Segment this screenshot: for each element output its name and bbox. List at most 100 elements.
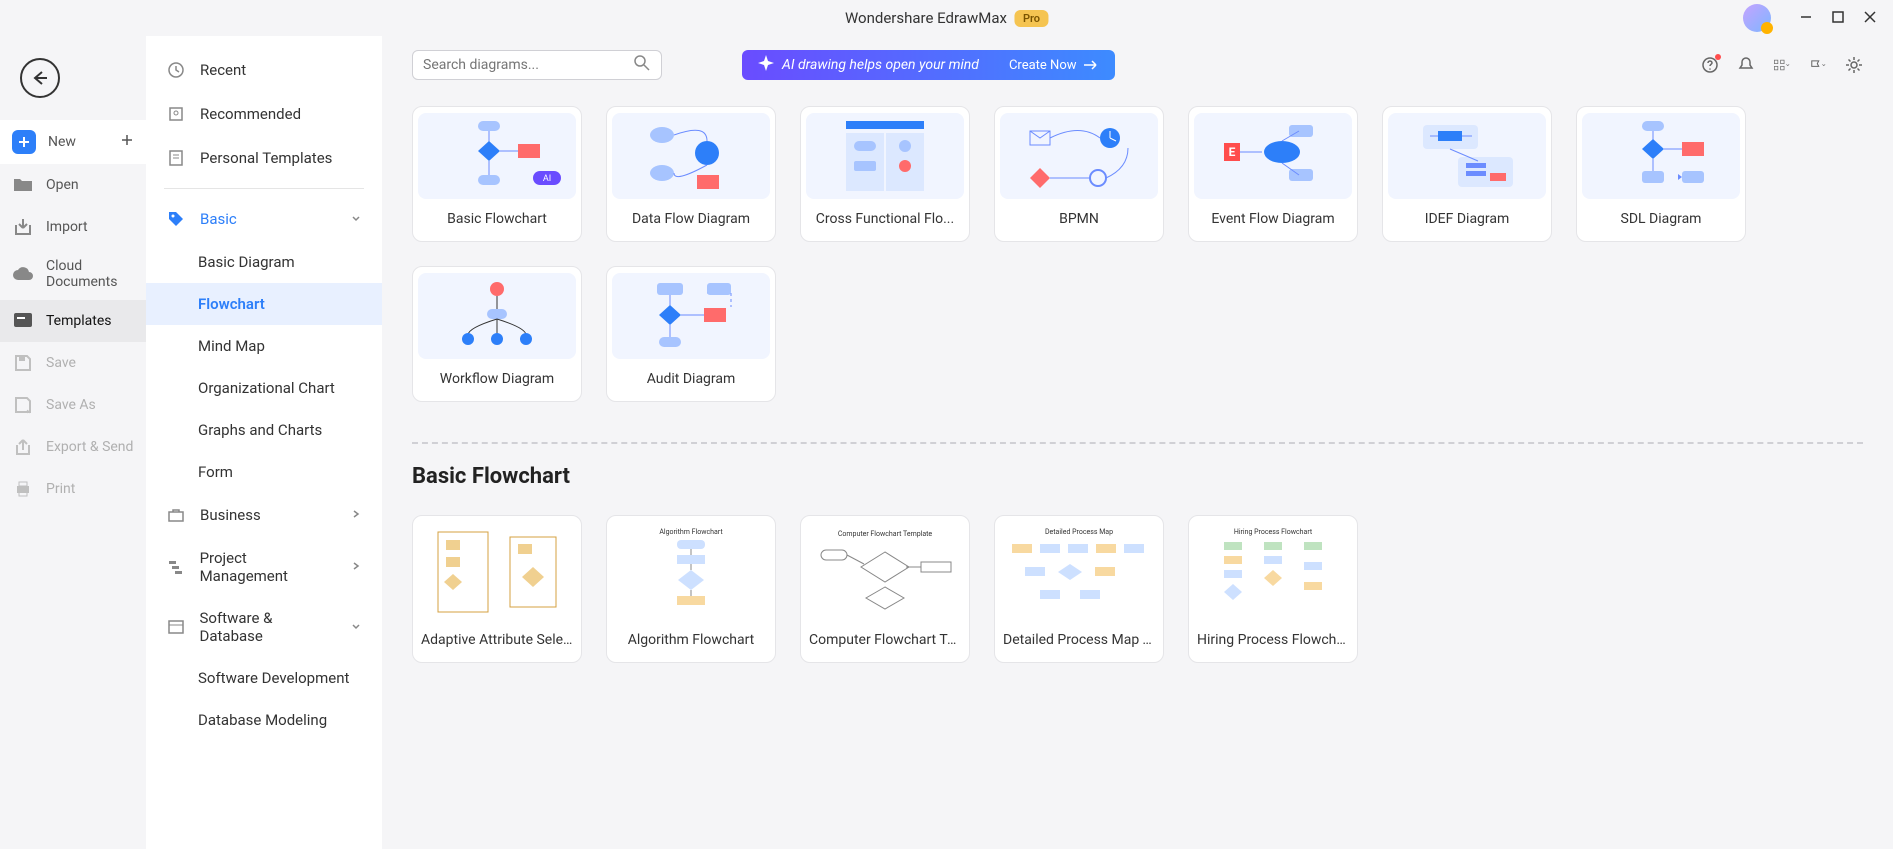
template-label: BPMN bbox=[995, 211, 1163, 227]
minimize-icon[interactable] bbox=[1799, 9, 1813, 28]
new-plus-icon bbox=[12, 130, 36, 154]
svg-text:Detailed Process Map: Detailed Process Map bbox=[1045, 528, 1113, 536]
search-field[interactable] bbox=[423, 57, 633, 73]
template-thumb bbox=[1000, 113, 1158, 199]
template-card[interactable]: Cross Functional Flo... bbox=[800, 106, 970, 242]
pro-badge: Pro bbox=[1015, 10, 1048, 27]
sub-software-dev[interactable]: Software Development bbox=[146, 657, 382, 699]
search-input[interactable] bbox=[412, 50, 662, 80]
template-thumb bbox=[1388, 113, 1546, 199]
project-icon bbox=[166, 557, 186, 577]
sub-database[interactable]: Database Modeling bbox=[146, 699, 382, 741]
sub-flowchart[interactable]: Flowchart bbox=[146, 283, 382, 325]
tag-icon bbox=[166, 209, 186, 229]
titlebar: Wondershare EdrawMax Pro bbox=[0, 0, 1893, 36]
template-label: SDL Diagram bbox=[1577, 211, 1745, 227]
template-card[interactable]: Adaptive Attribute Selecti... bbox=[412, 515, 582, 663]
template-card[interactable]: Audit Diagram bbox=[606, 266, 776, 402]
sidebar-item-open[interactable]: Open bbox=[0, 164, 146, 206]
template-label: Algorithm Flowchart bbox=[607, 632, 775, 648]
sidebar-item-new[interactable]: New bbox=[0, 120, 146, 164]
folder-icon bbox=[12, 174, 34, 196]
template-card[interactable]: Algorithm Flowchart Algorithm Flowchart bbox=[606, 515, 776, 663]
template-thumb bbox=[1582, 113, 1740, 199]
svg-text:Computer Flowchart Template: Computer Flowchart Template bbox=[838, 530, 933, 538]
bell-icon[interactable] bbox=[1737, 56, 1755, 74]
close-icon[interactable] bbox=[1863, 9, 1877, 28]
ai-banner[interactable]: AI drawing helps open your mind Create N… bbox=[742, 50, 1115, 80]
ai-create-button[interactable]: Create Now bbox=[1009, 58, 1099, 73]
sidebar-item-cloud[interactable]: Cloud Documents bbox=[0, 248, 146, 300]
sidebar-item-export[interactable]: Export & Send bbox=[0, 426, 146, 468]
personal-icon bbox=[166, 148, 186, 168]
template-label: Adaptive Attribute Selecti... bbox=[413, 632, 581, 648]
template-label: Workflow Diagram bbox=[413, 371, 581, 387]
maximize-icon[interactable] bbox=[1831, 9, 1845, 28]
chevron-right-icon bbox=[350, 558, 362, 576]
sidebar-item-save[interactable]: Save bbox=[0, 342, 146, 384]
template-card[interactable]: IDEF Diagram bbox=[1382, 106, 1552, 242]
apps-icon[interactable] bbox=[1773, 56, 1791, 74]
clock-icon bbox=[166, 60, 186, 80]
sidebar-item-print[interactable]: Print bbox=[0, 468, 146, 510]
template-label: IDEF Diagram bbox=[1383, 211, 1551, 227]
gear-icon[interactable] bbox=[1845, 56, 1863, 74]
template-card[interactable]: E Event Flow Diagram bbox=[1188, 106, 1358, 242]
cloud-icon bbox=[12, 263, 34, 285]
cat-personal[interactable]: Personal Templates bbox=[146, 136, 382, 180]
cat-project[interactable]: Project Management bbox=[146, 537, 382, 597]
sidebar-item-saveas[interactable]: Save As bbox=[0, 384, 146, 426]
section-title: Basic Flowchart bbox=[382, 464, 1893, 503]
svg-text:AI: AI bbox=[543, 174, 551, 184]
template-card[interactable]: Workflow Diagram bbox=[412, 266, 582, 402]
template-card[interactable]: Data Flow Diagram bbox=[606, 106, 776, 242]
export-icon bbox=[12, 436, 34, 458]
help-icon[interactable] bbox=[1701, 56, 1719, 74]
template-label: Basic Flowchart bbox=[413, 211, 581, 227]
cat-software[interactable]: Software & Database bbox=[146, 597, 382, 657]
template-label: Audit Diagram bbox=[607, 371, 775, 387]
template-card[interactable]: Detailed Process Map Detailed Process Map… bbox=[994, 515, 1164, 663]
cat-basic[interactable]: Basic bbox=[146, 197, 382, 241]
sub-graphs[interactable]: Graphs and Charts bbox=[146, 409, 382, 451]
avatar[interactable] bbox=[1743, 4, 1771, 32]
cat-business[interactable]: Business bbox=[146, 493, 382, 537]
template-label: Event Flow Diagram bbox=[1189, 211, 1357, 227]
basic-flowchart-grid: Adaptive Attribute Selecti... Algorithm F… bbox=[382, 503, 1893, 693]
sidebar-item-templates[interactable]: Templates bbox=[0, 300, 146, 342]
template-thumb: Detailed Process Map bbox=[1000, 522, 1158, 622]
import-icon bbox=[12, 216, 34, 238]
template-card[interactable]: AI Basic Flowchart bbox=[412, 106, 582, 242]
sidebar-item-import[interactable]: Import bbox=[0, 206, 146, 248]
save-icon bbox=[12, 352, 34, 374]
template-thumb: Computer Flowchart Template bbox=[806, 522, 964, 622]
templates-icon bbox=[12, 310, 34, 332]
template-label: Cross Functional Flo... bbox=[801, 211, 969, 227]
back-button[interactable] bbox=[20, 58, 60, 98]
svg-text:Hiring Process Flowchart: Hiring Process Flowchart bbox=[1234, 528, 1313, 536]
svg-text:Algorithm Flowchart: Algorithm Flowchart bbox=[659, 528, 723, 536]
section-divider bbox=[412, 442, 1863, 444]
template-card[interactable]: Computer Flowchart TemplateComputer Flow… bbox=[800, 515, 970, 663]
theme-icon[interactable] bbox=[1809, 56, 1827, 74]
template-card[interactable]: Hiring Process Flowchart Hiring Process F… bbox=[1188, 515, 1358, 663]
print-icon bbox=[12, 478, 34, 500]
sub-org[interactable]: Organizational Chart bbox=[146, 367, 382, 409]
window-icon bbox=[166, 617, 186, 637]
sub-form[interactable]: Form bbox=[146, 451, 382, 493]
template-card[interactable]: SDL Diagram bbox=[1576, 106, 1746, 242]
category-sidebar: Recent Recommended Personal Templates Ba… bbox=[146, 36, 382, 849]
sparkle-icon bbox=[758, 55, 774, 75]
chevron-down-icon bbox=[350, 618, 362, 636]
template-label: Hiring Process Flowchart bbox=[1189, 632, 1357, 648]
plus-icon[interactable] bbox=[120, 133, 134, 151]
template-label: Detailed Process Map Tem... bbox=[995, 632, 1163, 648]
sub-basic-diagram[interactable]: Basic Diagram bbox=[146, 241, 382, 283]
cat-recommended[interactable]: Recommended bbox=[146, 92, 382, 136]
sub-mindmap[interactable]: Mind Map bbox=[146, 325, 382, 367]
template-card[interactable]: BPMN bbox=[994, 106, 1164, 242]
cat-recent[interactable]: Recent bbox=[146, 48, 382, 92]
briefcase-icon bbox=[166, 505, 186, 525]
search-icon[interactable] bbox=[633, 54, 651, 76]
svg-text:E: E bbox=[1229, 145, 1236, 159]
